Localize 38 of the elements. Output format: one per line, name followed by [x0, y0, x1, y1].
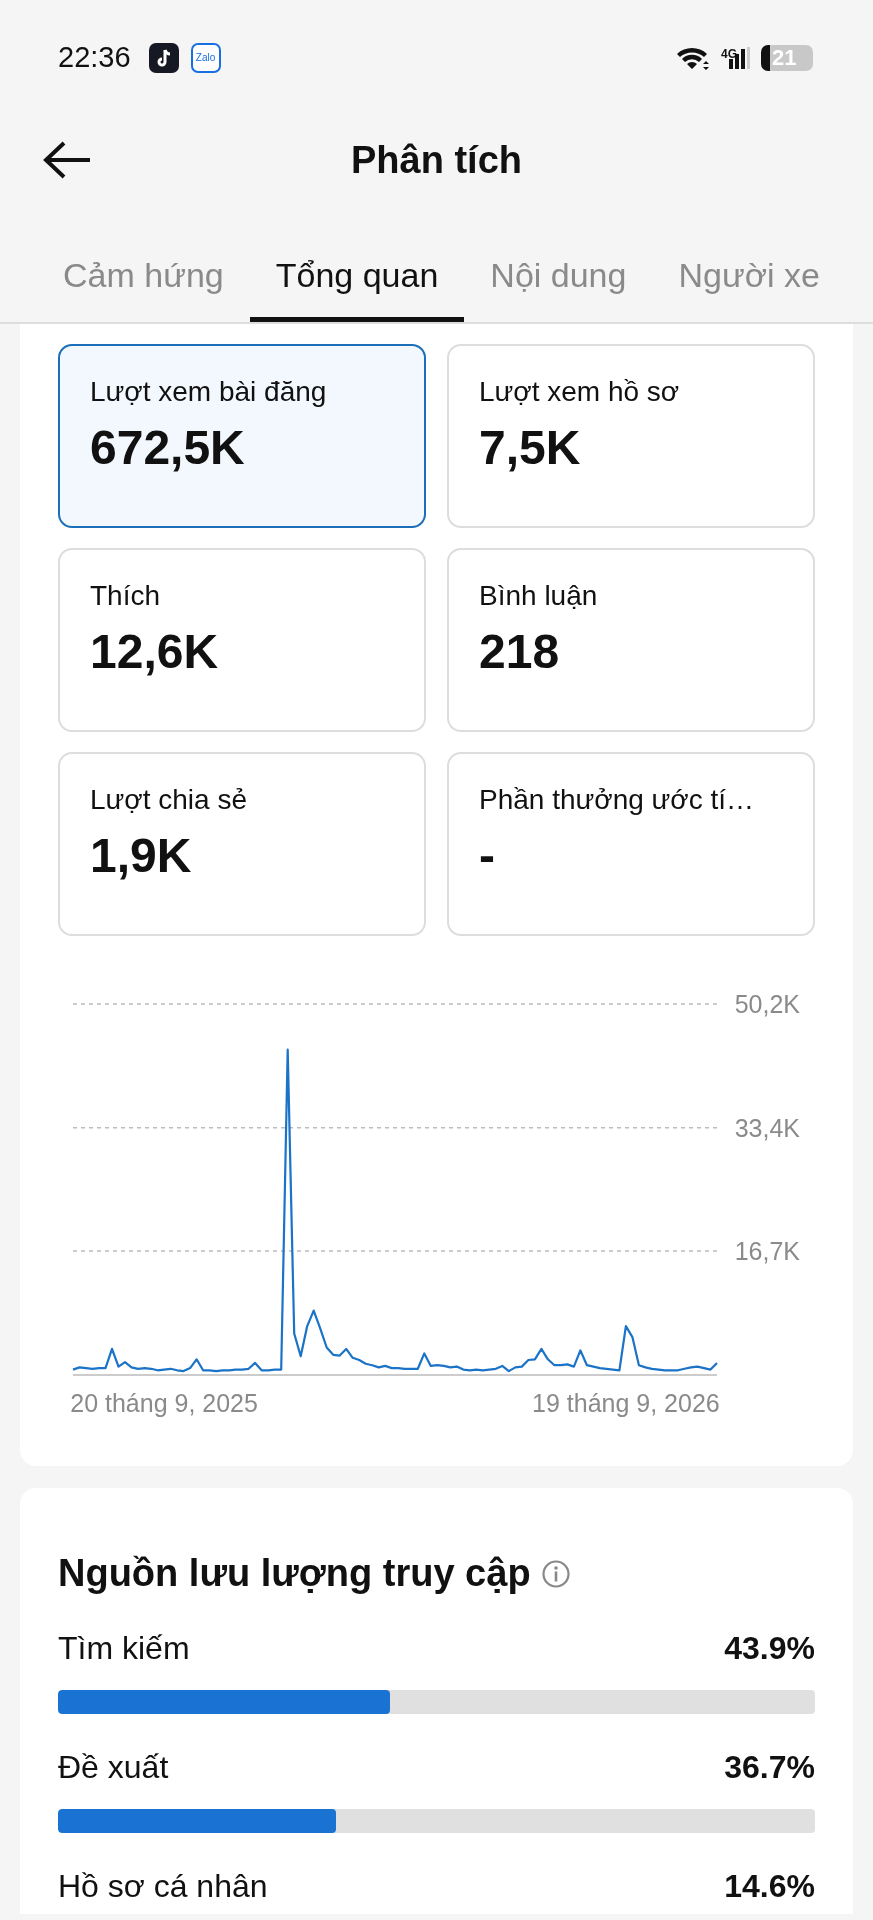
metric-value: -	[479, 828, 496, 883]
back-arrow-icon	[42, 140, 92, 180]
info-icon	[540, 1558, 571, 1589]
metric-card[interactable]: Bình luận 218	[447, 548, 815, 732]
source-label: Tìm kiếm	[58, 1631, 190, 1667]
axis-label: 33,4K	[734, 1113, 800, 1142]
source-percent: 14.6%	[724, 1869, 815, 1905]
metric-label: Lượt xem hồ sơ	[479, 376, 681, 408]
metric-card[interactable]: Phần thưởng ước tí… -	[447, 752, 815, 936]
chat-app-icon: Zalo	[190, 42, 221, 73]
metric-label: Thích	[90, 580, 162, 612]
metric-card[interactable]: Lượt chia sẻ 1,9K	[58, 752, 426, 936]
source-percent: 43.9%	[724, 1631, 815, 1667]
axis-label: 20 tháng 9, 2025	[70, 1389, 258, 1417]
axis-label: 16,7K	[734, 1236, 800, 1265]
metric-label: Lượt xem bài đăng	[90, 376, 328, 408]
metric-value: 672,5K	[90, 420, 246, 475]
metric-label: Phần thưởng ước tí…	[479, 784, 755, 816]
metric-card[interactable]: Lượt xem hồ sơ 7,5K	[447, 344, 815, 528]
axis-label: 19 tháng 9, 2026	[532, 1389, 720, 1417]
clock-time: 22:36	[58, 41, 131, 74]
metric-label: Bình luận	[479, 580, 599, 612]
axis-label: 50,2K	[734, 990, 800, 1018]
metric-value: 12,6K	[90, 624, 220, 679]
back-button[interactable]	[42, 140, 92, 180]
metric-label: Lượt chia sẻ	[90, 784, 248, 816]
source-label: Đề xuất	[58, 1750, 169, 1786]
network-label: 4G	[721, 46, 737, 61]
page-title: Phân tích	[351, 138, 522, 182]
metric-card[interactable]: Lượt xem bài đăng 672,5K	[58, 344, 426, 528]
music-note-app-icon	[148, 42, 179, 73]
metric-value: 1,9K	[90, 828, 193, 883]
metric-card[interactable]: Thích 12,6K	[58, 548, 426, 732]
metric-value: 218	[479, 624, 561, 679]
source-percent: 36.7%	[724, 1750, 815, 1786]
section-title: Nguồn lưu lượng truy cập	[58, 1552, 531, 1595]
source-label: Hồ sơ cá nhân	[58, 1869, 268, 1905]
metric-value: 7,5K	[479, 420, 582, 475]
